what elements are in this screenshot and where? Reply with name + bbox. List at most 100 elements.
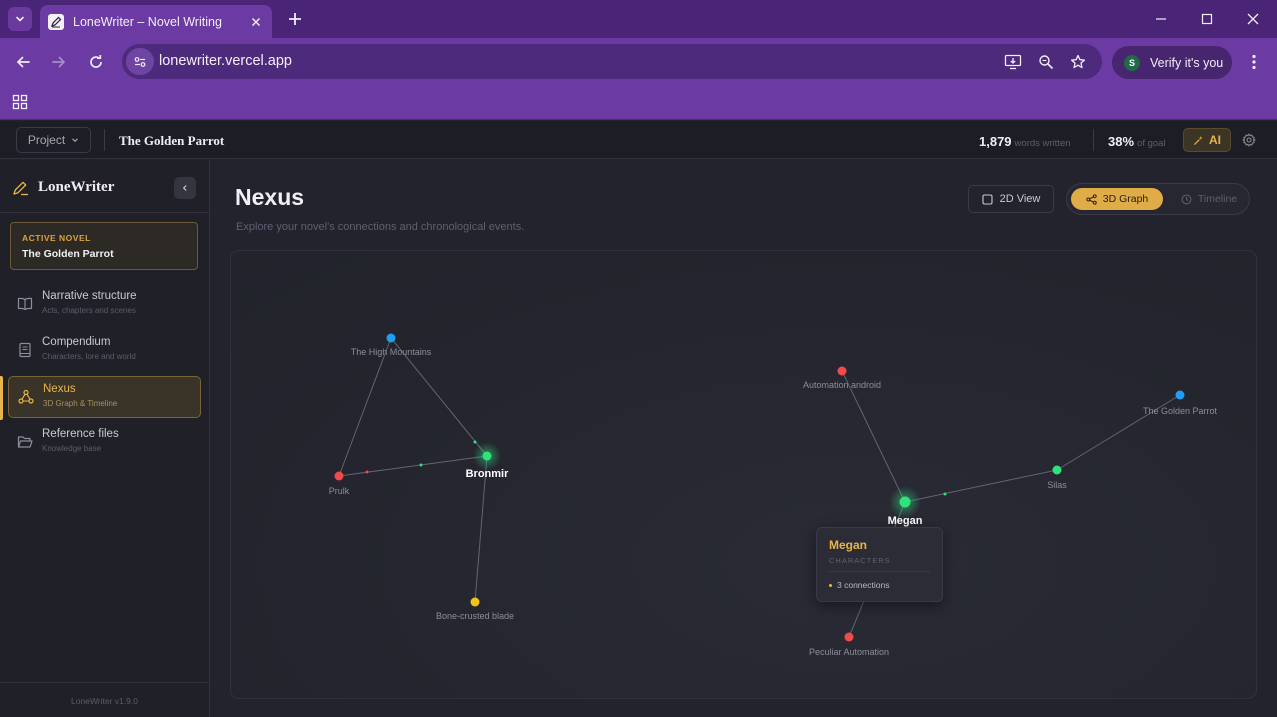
forward-button[interactable] [47, 50, 71, 74]
close-icon [1247, 13, 1259, 25]
share-nodes-icon [1086, 193, 1097, 205]
tooltip-type: CHARACTERS [829, 556, 891, 565]
chevron-left-icon [182, 185, 187, 191]
goal-percent: 38% [1108, 134, 1135, 149]
browser-tab-bar: LoneWriter – Novel Writing [0, 0, 1277, 38]
sidebar-item-label: Narrative structure [42, 290, 137, 302]
project-label: Project [27, 133, 66, 147]
address-bar[interactable]: lonewriter.vercel.app [122, 44, 1102, 79]
sidebar-item-narrative-structure[interactable]: Narrative structure Acts, chapters and s… [8, 284, 201, 326]
connections-count: 3 connections [837, 580, 890, 590]
node-label: Silas [1047, 480, 1067, 490]
clock-icon [1181, 194, 1192, 204]
2d-view-label: 2D View [999, 193, 1041, 205]
browser-menu-button[interactable] [1243, 50, 1265, 74]
3d-graph-label: 3D Graph [1102, 193, 1149, 205]
square-icon [982, 193, 993, 205]
node-label: The Golden Parrot [1143, 406, 1218, 416]
maximize-icon [1201, 13, 1213, 25]
sidebar-item-nexus[interactable]: Nexus 3D Graph & Timeline [8, 376, 201, 418]
zoom-icon[interactable] [1035, 51, 1057, 73]
browser-tab[interactable]: LoneWriter – Novel Writing [40, 5, 272, 38]
ai-button[interactable]: AI [1183, 128, 1231, 152]
sidebar-item-sublabel: Knowledge base [42, 444, 102, 453]
graph-edge [338, 337, 392, 477]
verify-label: Verify it's you [1150, 55, 1224, 70]
brand: LoneWriter [12, 179, 114, 196]
node-label: Prulk [329, 486, 350, 496]
tooltip-name: Megan [829, 538, 868, 552]
app-header: Project The Golden Parrot 1,879 words wri… [0, 121, 1277, 159]
node-label: The High Mountains [351, 347, 432, 357]
reload-button[interactable] [84, 50, 108, 74]
sidebar-item-compendium[interactable]: Compendium Characters, lore and world [8, 330, 201, 372]
maximize-button[interactable] [1196, 8, 1218, 30]
nexus-graph-canvas[interactable]: The High Mountains Prulk Bronmir Bone-cr… [230, 250, 1257, 699]
novel-title: The Golden Parrot [119, 133, 225, 148]
active-novel-card[interactable]: ACTIVE NOVEL The Golden Parrot [10, 222, 198, 270]
book-open-icon [16, 295, 34, 313]
node-peculiar-automation [844, 632, 854, 642]
verify-profile-button[interactable]: S Verify it's you [1112, 46, 1232, 79]
browser-toolbar: lonewriter.vercel.app S Verify it's you [0, 38, 1277, 86]
sidebar-item-sublabel: Characters, lore and world [42, 352, 136, 361]
node-label: Bone-crusted blade [436, 611, 514, 621]
back-button[interactable] [11, 50, 35, 74]
pen-icon [48, 13, 64, 30]
node-silas [1052, 465, 1062, 475]
arrow-right-icon [52, 56, 66, 68]
3d-graph-tab[interactable]: 3D Graph [1071, 188, 1163, 210]
new-tab-button[interactable] [284, 8, 306, 30]
sidebar-item-sublabel: Acts, chapters and scenes [42, 306, 136, 315]
node-tooltip: Megan CHARACTERS 3 connections [816, 527, 943, 602]
active-novel-label: ACTIVE NOVEL [22, 233, 91, 243]
arrow-left-icon [16, 56, 30, 68]
settings-button[interactable] [1239, 130, 1259, 150]
sidebar-divider [0, 212, 209, 213]
node-the-golden-parrot [1175, 390, 1185, 400]
active-novel-title: The Golden Parrot [22, 248, 114, 260]
tab-search-button[interactable] [8, 7, 32, 31]
page-subtitle: Explore your novel's connections and chr… [236, 221, 525, 233]
gear-icon [1242, 133, 1256, 147]
sidebar-item-label: Compendium [42, 336, 111, 348]
plus-icon [289, 13, 301, 25]
node-automation-android [837, 366, 847, 376]
minimize-button[interactable] [1150, 8, 1172, 30]
node-label: Bronmir [466, 468, 510, 480]
header-divider [1093, 129, 1094, 151]
sidebar-item-reference-files[interactable]: Reference files Knowledge base [8, 422, 201, 464]
project-dropdown[interactable]: Project [16, 127, 91, 153]
site-settings-icon[interactable] [126, 48, 154, 75]
chevron-down-icon [72, 138, 79, 143]
close-window-button[interactable] [1242, 8, 1264, 30]
graph-edge [841, 370, 906, 503]
apps-grid-icon [12, 94, 28, 110]
ai-label: AI [1209, 133, 1221, 147]
reload-icon [90, 55, 102, 68]
node-label: Peculiar Automation [809, 647, 889, 657]
star-icon[interactable] [1067, 51, 1089, 73]
2d-view-button[interactable]: 2D View [968, 185, 1054, 213]
collapse-sidebar-button[interactable] [174, 177, 196, 199]
node-label: Megan [888, 515, 923, 527]
folder-open-icon [16, 433, 34, 451]
sidebar-item-label: Reference files [42, 428, 119, 440]
words-count: 1,879 [979, 134, 1012, 149]
version-label: LoneWriter v1.9.0 [71, 696, 138, 706]
node-prulk [334, 471, 344, 481]
tab-title: LoneWriter – Novel Writing [73, 14, 222, 29]
sidebar-item-sublabel: 3D Graph & Timeline [43, 399, 118, 408]
sidebar-divider [0, 682, 209, 683]
timeline-tab[interactable]: Timeline [1171, 188, 1247, 210]
bookmarks-bar [0, 86, 1277, 120]
node-bone-crusted-blade [470, 597, 480, 607]
close-tab-icon[interactable] [248, 14, 264, 30]
url-text: lonewriter.vercel.app [159, 53, 292, 69]
apps-button[interactable] [10, 92, 30, 112]
sparkle-wand-icon [1193, 135, 1203, 145]
graph-edge [904, 469, 1058, 503]
network-icon [17, 388, 35, 406]
book-icon [16, 341, 34, 359]
install-app-icon[interactable] [1002, 51, 1024, 73]
